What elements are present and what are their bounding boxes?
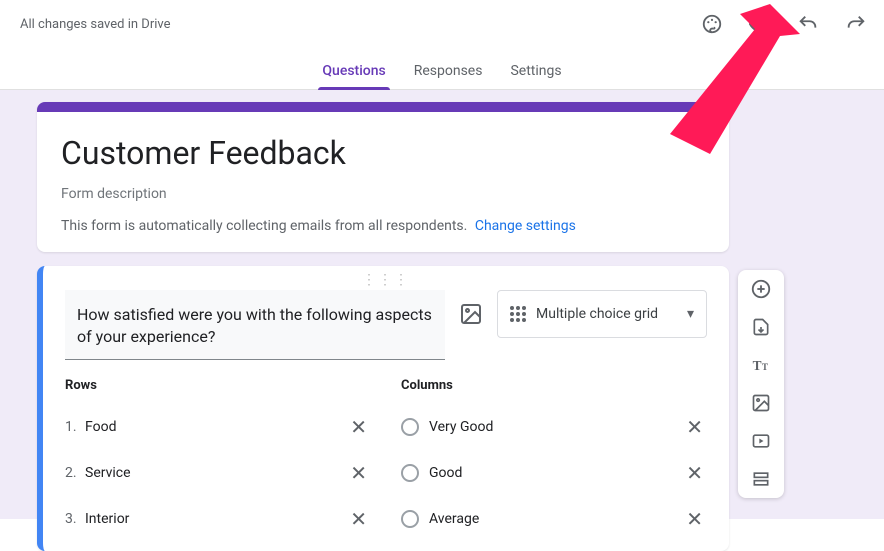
remove-column-icon[interactable]: ✕ (682, 507, 707, 531)
columns-column: Columns Very Good ✕ Good ✕ Average (401, 378, 707, 543)
question-card[interactable]: ⋮⋮⋮ How satisfied were you with the foll… (37, 266, 729, 551)
side-toolbar: TT (738, 270, 784, 498)
row-item: 2. Service ✕ (65, 451, 371, 497)
add-question-icon[interactable] (750, 278, 772, 300)
radio-icon (401, 510, 419, 528)
row-item: 1. Food ✕ (65, 405, 371, 451)
add-image-icon[interactable] (459, 302, 483, 326)
column-label[interactable]: Very Good (429, 419, 682, 435)
row-label[interactable]: Service (85, 465, 346, 481)
remove-column-icon[interactable]: ✕ (682, 461, 707, 485)
column-item: Average ✕ (401, 497, 707, 543)
add-image-icon[interactable] (750, 392, 772, 414)
row-label[interactable]: Food (85, 419, 346, 435)
change-settings-link[interactable]: Change settings (475, 218, 576, 234)
radio-icon (401, 464, 419, 482)
editor-canvas: Customer Feedback Form description This … (0, 90, 884, 519)
tab-responses[interactable]: Responses (414, 63, 483, 89)
add-title-icon[interactable]: TT (750, 354, 772, 376)
palette-icon[interactable] (700, 12, 724, 36)
preview-icon[interactable] (748, 12, 772, 36)
undo-icon[interactable] (796, 12, 820, 36)
tab-settings[interactable]: Settings (510, 63, 561, 89)
remove-row-icon[interactable]: ✕ (346, 461, 371, 485)
question-type-select[interactable]: Multiple choice grid ▾ (497, 290, 707, 338)
import-questions-icon[interactable] (750, 316, 772, 338)
topbar: All changes saved in Drive (0, 0, 884, 48)
form-title[interactable]: Customer Feedback (61, 134, 705, 172)
remove-row-icon[interactable]: ✕ (346, 415, 371, 439)
grid-type-icon (510, 306, 526, 322)
remove-column-icon[interactable]: ✕ (682, 415, 707, 439)
question-title-text: How satisfied were you with the followin… (77, 304, 433, 349)
chevron-down-icon: ▾ (687, 306, 694, 322)
remove-row-icon[interactable]: ✕ (346, 507, 371, 531)
column-label[interactable]: Good (429, 465, 682, 481)
row-item: 3. Interior ✕ (65, 497, 371, 543)
notice-text: This form is automatically collecting em… (61, 218, 467, 234)
svg-text:T: T (753, 358, 762, 373)
question-type-label: Multiple choice grid (536, 306, 658, 322)
columns-header: Columns (401, 378, 707, 393)
column-item: Good ✕ (401, 451, 707, 497)
top-actions (700, 12, 868, 36)
row-number: 1. (65, 419, 85, 435)
add-section-icon[interactable] (750, 468, 772, 490)
tabs: Questions Responses Settings (0, 48, 884, 90)
form-description[interactable]: Form description (61, 186, 705, 202)
column-label[interactable]: Average (429, 511, 682, 527)
form-header-card[interactable]: Customer Feedback Form description This … (37, 102, 729, 252)
collect-emails-notice: This form is automatically collecting em… (61, 218, 705, 234)
row-number: 3. (65, 511, 85, 527)
rows-column: Rows 1. Food ✕ 2. Service ✕ 3. Interior (65, 378, 371, 543)
row-label[interactable]: Interior (85, 511, 346, 527)
drag-handle-icon[interactable]: ⋮⋮⋮ (65, 272, 707, 288)
tab-questions[interactable]: Questions (322, 63, 385, 89)
rows-header: Rows (65, 378, 371, 393)
question-title-input[interactable]: How satisfied were you with the followin… (65, 290, 445, 360)
add-video-icon[interactable] (750, 430, 772, 452)
column-item: Very Good ✕ (401, 405, 707, 451)
radio-icon (401, 418, 419, 436)
redo-icon[interactable] (844, 12, 868, 36)
svg-text:T: T (762, 362, 768, 372)
save-status: All changes saved in Drive (20, 17, 171, 32)
row-number: 2. (65, 465, 85, 481)
